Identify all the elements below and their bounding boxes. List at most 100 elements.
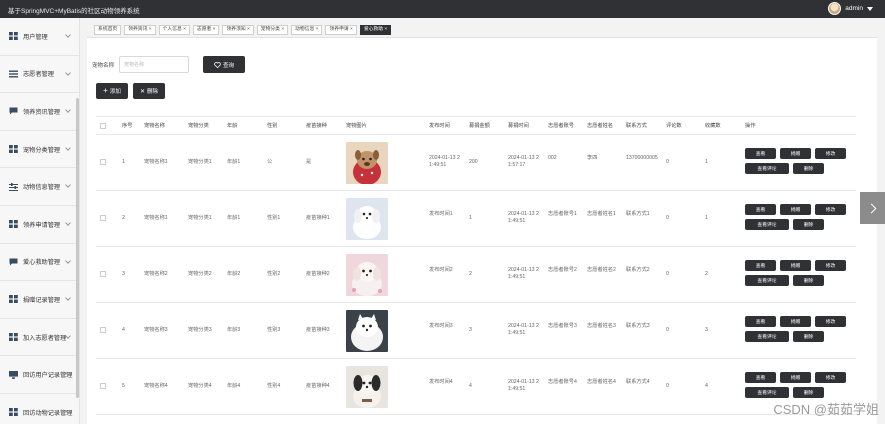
next-page-button[interactable] [860, 192, 885, 224]
delete-row-button[interactable]: 删除 [793, 331, 824, 342]
avatar[interactable] [828, 2, 842, 15]
donate-button[interactable]: 捐赠 [780, 204, 811, 215]
chevron-down-icon[interactable] [65, 295, 71, 301]
delete-button-label: 删除 [147, 89, 159, 95]
sidebar-item[interactable]: 用户管理 [0, 18, 79, 56]
row-checkbox[interactable] [100, 159, 106, 165]
action-bar: + 添加 ✕ 删除 [96, 83, 165, 99]
delete-row-button[interactable]: 删除 [793, 219, 824, 230]
close-icon[interactable]: × [246, 27, 250, 32]
donate-button[interactable]: 捐赠 [780, 372, 811, 383]
close-icon[interactable]: × [349, 27, 353, 32]
pet-photo [346, 310, 388, 352]
view-comments-button[interactable]: 查看评论 [745, 331, 789, 342]
delete-button[interactable]: ✕ 删除 [133, 83, 165, 99]
select-all-checkbox[interactable] [100, 123, 106, 129]
edit-button[interactable]: 修改 [815, 260, 846, 271]
sidebar-item[interactable]: 领养资讯管理 [0, 93, 79, 131]
chevron-down-icon[interactable] [65, 257, 71, 264]
chevron-down-icon[interactable] [65, 32, 71, 38]
close-icon[interactable]: × [147, 27, 152, 32]
cell-age: 年龄2 [227, 271, 241, 277]
column-header: 年龄 [227, 123, 238, 129]
chevron-down-icon[interactable] [65, 220, 71, 226]
cell-no: 3 [122, 271, 125, 277]
tab[interactable]: 动物信息 × [291, 25, 323, 35]
view-comments-button[interactable]: 查看评论 [745, 275, 789, 286]
sidebar-item[interactable]: 加入志愿者管理 [0, 319, 79, 357]
close-icon[interactable]: × [182, 27, 186, 32]
delete-row-button[interactable]: 删除 [793, 275, 824, 286]
heart-icon [214, 61, 221, 68]
edit-button[interactable]: 修改 [815, 372, 846, 383]
sidebar-item[interactable]: 志愿者管理 [0, 56, 79, 94]
view-comments-button[interactable]: 查看评论 [745, 163, 789, 174]
sidebar-item[interactable]: 回访用户记录管理 [0, 356, 79, 394]
chevron-down-icon[interactable] [65, 69, 71, 76]
sidebar-item[interactable]: 宠物分类管理 [0, 131, 79, 169]
tab[interactable]: 志愿者 × [192, 25, 220, 35]
chevron-down-icon[interactable] [65, 182, 71, 189]
cell-sex: 性别1 [267, 215, 281, 221]
row-checkbox[interactable] [100, 271, 106, 277]
tab[interactable]: 系统首页 [94, 25, 122, 35]
tab[interactable]: 宠物分类 × [256, 25, 289, 35]
view-comments-button[interactable]: 查看评论 [745, 387, 789, 398]
donate-button[interactable]: 捐赠 [780, 316, 811, 327]
add-button[interactable]: + 添加 [96, 83, 128, 99]
cell-vac: 疫苗接种4 [306, 383, 330, 389]
view-button[interactable]: 查看 [745, 260, 776, 271]
close-icon[interactable]: × [383, 27, 387, 32]
search-bar: 宠物名称 查询 [92, 56, 246, 73]
column-header: 宠物图片 [346, 123, 367, 129]
monitor-icon [9, 370, 18, 379]
close-icon[interactable]: × [280, 27, 284, 32]
sidebar-item[interactable]: 捐赠记录管理 [0, 281, 79, 319]
search-input[interactable] [119, 56, 190, 73]
view-button[interactable]: 查看 [745, 372, 776, 383]
chevron-down-icon[interactable] [65, 332, 71, 339]
donate-button[interactable]: 捐赠 [780, 260, 811, 271]
column-header: 宠物分类 [188, 123, 209, 129]
row-checkbox[interactable] [100, 383, 106, 389]
sidebar-item[interactable]: 领养申请管理 [0, 206, 79, 244]
edit-button[interactable]: 修改 [815, 316, 846, 327]
column-header: 性别 [267, 123, 278, 129]
sidebar-item[interactable]: 动物信息管理 [0, 168, 79, 206]
view-button[interactable]: 查看 [745, 204, 776, 215]
sidebar-scrollbar[interactable] [76, 98, 79, 398]
grid-icon [9, 220, 18, 229]
user-menu[interactable]: admin [828, 2, 873, 15]
sidebar-item[interactable]: 爱心救助管理 [0, 244, 79, 282]
sidebar-item[interactable]: 回访动物记录管理 [0, 394, 79, 424]
watermark: CSDN @茹茹学姐 [773, 402, 879, 417]
tab[interactable]: 领养申请 × [325, 25, 357, 35]
cell-amt: 3 [469, 327, 472, 333]
view-comments-button[interactable]: 查看评论 [745, 219, 789, 230]
chevron-down-icon[interactable] [65, 144, 71, 151]
cell-cmt: 0 [666, 327, 669, 333]
chevron-down-icon[interactable] [867, 6, 873, 11]
delete-row-button[interactable]: 删除 [793, 163, 824, 174]
close-icon[interactable]: × [314, 27, 319, 32]
tab[interactable]: 领养资讯 × [124, 25, 156, 35]
tab[interactable]: 领养须知 × [222, 25, 254, 35]
tab[interactable]: 爱心救助 × [359, 25, 392, 35]
donate-button[interactable]: 捐赠 [780, 148, 811, 159]
cell-sex: 性别2 [267, 271, 281, 277]
table-row: 1 宠物名称1 宠物分类1 年龄1 公 是 2024-01-13 21:49:51 200 20… [96, 135, 856, 191]
close-icon[interactable]: × [211, 27, 216, 32]
delete-row-button[interactable]: 删除 [793, 387, 824, 398]
tab-label: 宠物分类 [260, 27, 280, 32]
edit-button[interactable]: 修改 [815, 148, 846, 159]
view-button[interactable]: 查看 [745, 316, 776, 327]
search-button[interactable]: 查询 [203, 56, 246, 73]
row-checkbox[interactable] [100, 215, 106, 221]
view-button[interactable]: 查看 [745, 148, 776, 159]
sidebar-item-label: 领养申请管理 [23, 221, 61, 229]
chevron-down-icon[interactable] [65, 107, 71, 114]
tab[interactable]: 个人信息 × [158, 25, 190, 35]
edit-button[interactable]: 修改 [815, 204, 846, 215]
row-checkbox[interactable] [100, 327, 106, 333]
sidebar-item-label: 动物信息管理 [23, 184, 61, 192]
